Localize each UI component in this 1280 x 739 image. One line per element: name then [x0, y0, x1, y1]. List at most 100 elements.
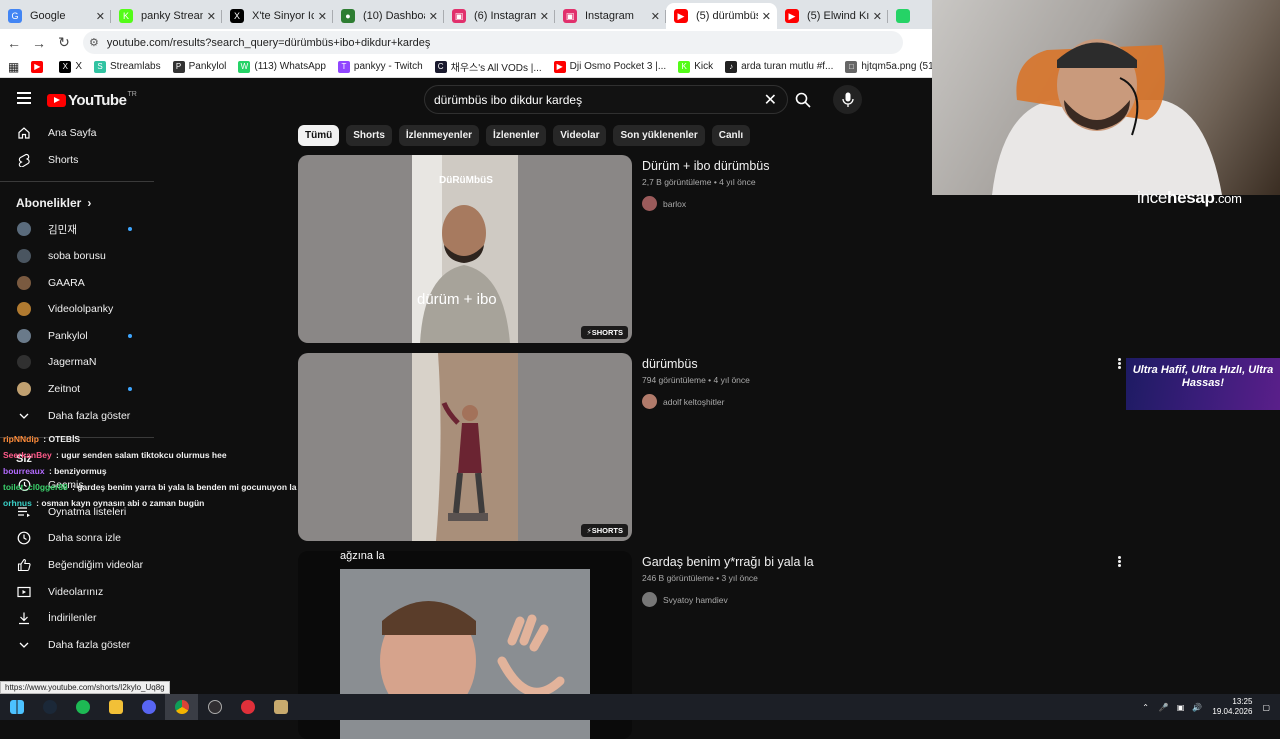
sponsor-ad-banner: Ultra Hafif, Ultra Hızlı, Ultra Hassas!: [1126, 358, 1280, 410]
tray-mic-icon[interactable]: 🎤: [1159, 703, 1169, 712]
view-count: 246 B görüntüleme: [642, 573, 714, 583]
start-button[interactable]: [0, 694, 33, 720]
new-content-dot: [128, 227, 132, 232]
filter-chip[interactable]: Videolar: [553, 125, 607, 146]
filter-chip[interactable]: Son yüklenenler: [613, 125, 705, 146]
search-query: dürümbüs ibo dikdur kardeş: [434, 92, 583, 107]
taskbar-chrome[interactable]: [165, 694, 198, 720]
subscription-item[interactable]: 김민재: [0, 216, 154, 243]
taskbar-discord[interactable]: [132, 694, 165, 720]
bookmark-item[interactable]: □hjtqm5a.png (512x...: [845, 60, 932, 73]
sidebar-item-watch-later[interactable]: Daha sonra izle: [0, 525, 154, 552]
bookmark-item[interactable]: ♪ arda turan mutlu #f...: [725, 60, 833, 73]
browser-tab[interactable]: ▣ Instagram ✕: [555, 3, 666, 29]
bookmark-item[interactable]: Tpankyy - Twitch: [337, 60, 423, 73]
result-card[interactable]: ⚡SHORTS dürümbüs 794 görüntüleme • 4 yıl ö…: [298, 353, 1138, 541]
bookmark-item[interactable]: S Streamlabs: [94, 60, 161, 73]
chat-username: ripNNdip: [3, 434, 39, 444]
search-input[interactable]: dürümbüs ibo dikdur kardeş ✕: [424, 85, 788, 114]
subscription-item[interactable]: Videololpanky: [0, 296, 154, 323]
sidebar-item-shorts[interactable]: Shorts: [0, 147, 154, 174]
close-tab-icon[interactable]: ✕: [207, 10, 216, 23]
close-tab-icon[interactable]: ✕: [429, 10, 438, 23]
back-icon[interactable]: ←: [3, 35, 25, 51]
channel-link[interactable]: Svyatoy hamdiev: [642, 592, 1122, 607]
browser-tab[interactable]: ▣ (6) Instagram ✕: [444, 3, 555, 29]
subscription-item[interactable]: GAARA: [0, 269, 154, 296]
taskbar-obs[interactable]: [198, 694, 231, 720]
taskbar-lol[interactable]: [264, 694, 297, 720]
youtube-logo[interactable]: YouTube TR: [47, 91, 137, 109]
bookmark-item[interactable]: P Pankylol: [172, 60, 226, 73]
taskbar-app-red[interactable]: [231, 694, 264, 720]
subscription-item[interactable]: JagermaN: [0, 349, 154, 376]
chat-colon: :: [46, 466, 55, 476]
clear-search-icon[interactable]: ✕: [764, 90, 777, 110]
site-settings-icon[interactable]: ⚙: [89, 36, 99, 49]
tab-title: panky Stream - V: [141, 10, 203, 22]
more-options-icon[interactable]: [1116, 357, 1122, 371]
taskbar-steam[interactable]: [33, 694, 66, 720]
more-options-icon[interactable]: [1116, 555, 1122, 569]
view-count: 794 görüntüleme: [642, 375, 706, 385]
taskbar-explorer[interactable]: [99, 694, 132, 720]
subscription-name: Videololpanky: [48, 303, 114, 316]
sidebar-item-ana-sayfa[interactable]: Ana Sayfa: [0, 120, 154, 147]
reload-icon[interactable]: ↻: [53, 34, 75, 51]
subscriptions-header[interactable]: Abonelikler ›: [0, 190, 154, 216]
subscription-item[interactable]: Pankylol: [0, 323, 154, 350]
browser-tab[interactable]: [888, 3, 910, 29]
video-title[interactable]: Gardaş benim y*rrağı bi yala la: [642, 555, 1122, 569]
filter-chip[interactable]: Shorts: [346, 125, 392, 146]
filter-chip[interactable]: Tümü: [298, 125, 340, 146]
show-more-button[interactable]: Daha fazla göster: [0, 632, 154, 659]
tray-chevron-icon[interactable]: ⌃: [1142, 703, 1149, 712]
close-tab-icon[interactable]: ✕: [540, 10, 549, 23]
taskbar: ⌃ 🎤 ▣ 🔊 13:25 19.04.2026 ▢: [0, 694, 1280, 720]
network-icon[interactable]: ▣: [1177, 703, 1185, 712]
menu-icon[interactable]: [17, 92, 31, 104]
bookmark-item[interactable]: ▶ Dji Osmo Pocket 3 |...: [553, 60, 666, 73]
video-thumbnail[interactable]: ⚡SHORTS: [298, 353, 632, 541]
bookmark-item[interactable]: W (113) WhatsApp: [238, 60, 326, 73]
channel-link[interactable]: adolf keltoşhitler: [642, 394, 1122, 409]
video-thumbnail[interactable]: DüRüMbüS dürüm + ibo ⚡SHORTS: [298, 155, 632, 343]
bookmark-item[interactable]: ▶: [31, 60, 47, 73]
subscription-item[interactable]: Zeitnot: [0, 376, 154, 403]
forward-icon[interactable]: →: [28, 35, 50, 51]
browser-tab[interactable]: ▶ (5) Elwind Kızlarla ✕: [777, 3, 888, 29]
voice-search-button[interactable]: [833, 85, 862, 114]
taskbar-spotify[interactable]: [66, 694, 99, 720]
bookmark-item[interactable]: K Kick: [678, 60, 713, 73]
bookmark-item[interactable]: XX: [59, 60, 82, 73]
chat-username: bourreaux: [3, 466, 45, 476]
browser-tab[interactable]: X X'te Sinyor Icardi ✕: [222, 3, 333, 29]
bookmark-item[interactable]: C 채우스's All VODs |...: [434, 59, 542, 74]
close-tab-icon[interactable]: ✕: [318, 10, 327, 23]
video-title[interactable]: dürümbüs: [642, 357, 1122, 371]
close-tab-icon[interactable]: ✕: [651, 10, 660, 23]
close-tab-icon[interactable]: ✕: [762, 10, 771, 23]
sidebar-item-download[interactable]: İndirilenler: [0, 605, 154, 632]
show-more-button[interactable]: Daha fazla göster: [0, 402, 154, 429]
close-tab-icon[interactable]: ✕: [96, 10, 105, 23]
channel-name: barlox: [663, 198, 687, 209]
channel-link[interactable]: barlox: [642, 196, 1122, 211]
browser-tab[interactable]: ● (10) Dashboard / ✕: [333, 3, 444, 29]
close-tab-icon[interactable]: ✕: [873, 10, 882, 23]
apps-icon[interactable]: ▦: [8, 60, 19, 74]
notifications-icon[interactable]: ▢: [1262, 703, 1270, 712]
browser-tab[interactable]: ▶ (5) dürümbüs ibo ✕: [666, 3, 777, 29]
subscription-item[interactable]: soba borusu: [0, 243, 154, 270]
sidebar-item-like[interactable]: Beğendiğim videolar: [0, 552, 154, 579]
volume-icon[interactable]: 🔊: [1192, 703, 1202, 712]
browser-tab[interactable]: Kpanky Stream - V ✕: [111, 3, 222, 29]
browser-tab[interactable]: G Google ✕: [0, 3, 111, 29]
sidebar-item-your-videos[interactable]: Videolarınız: [0, 578, 154, 605]
filter-chip[interactable]: İzlenenler: [486, 125, 547, 146]
url-input[interactable]: ⚙ youtube.com/results?search_query=dürüm…: [83, 31, 903, 54]
clock[interactable]: 13:25 19.04.2026: [1212, 697, 1252, 717]
filter-chip[interactable]: Canlı: [711, 125, 751, 146]
filter-chip[interactable]: İzlenmeyenler: [398, 125, 480, 146]
search-button[interactable]: [788, 85, 818, 114]
